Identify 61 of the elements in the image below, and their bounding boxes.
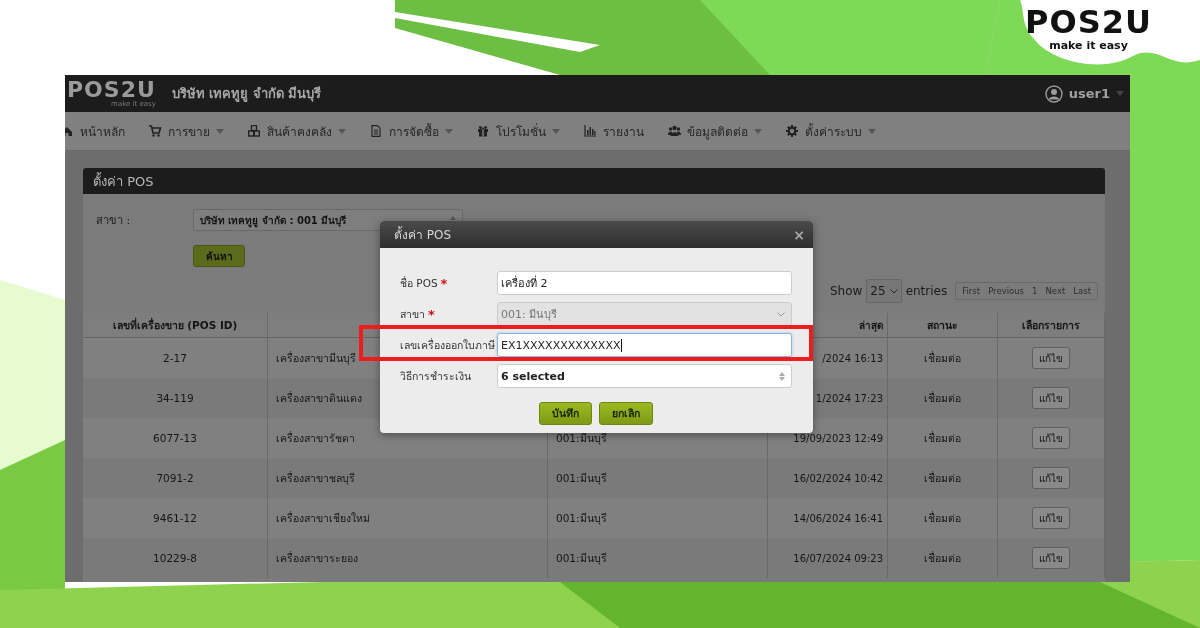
field-label: ชื่อ POS (400, 275, 438, 291)
sort-arrows-icon (779, 371, 785, 381)
table-cell: 2-17 (83, 338, 268, 378)
edit-button[interactable]: แก้ไข (1032, 427, 1070, 449)
page-size-select[interactable]: 25 (866, 279, 902, 303)
table-cell: เครื่องสาขาเชียงใหม่ (268, 498, 548, 538)
field-label: สาขา (400, 306, 425, 322)
edit-button[interactable]: แก้ไข (1032, 467, 1070, 489)
column-header[interactable]: เลขที่เครื่องขาย (POS ID) (112, 316, 238, 334)
required-mark: * (428, 306, 435, 322)
chevron-down-icon (889, 288, 898, 294)
edit-button[interactable]: แก้ไข (1032, 387, 1070, 409)
table-cell: 9461-12 (83, 498, 268, 538)
chevron-down-icon (777, 311, 785, 317)
field-label: เลขเครื่องออกใบภาษี (400, 337, 495, 353)
users-icon (668, 125, 681, 137)
table-cell: 001:มีนบุรี (548, 498, 768, 538)
settings-icon (786, 125, 799, 137)
app-logo[interactable]: POS2U (67, 79, 156, 101)
user-menu[interactable]: user1 (1068, 86, 1110, 101)
input-field[interactable]: EX1XXXXXXXXXXXXX (497, 333, 792, 357)
user-avatar-icon (1044, 84, 1063, 103)
nav-item[interactable]: การจัดซื้อ (370, 121, 453, 141)
bar-chart-icon (584, 125, 597, 137)
nav-item[interactable]: ตั้งค่าระบบ (786, 121, 876, 141)
brand-tagline: make it easy (1049, 39, 1128, 53)
gift-icon (477, 125, 490, 137)
company-name: บริษัท เทคทูยู จำกัด มีนบุรี (171, 85, 322, 104)
input-field[interactable]: เครื่องที่ 2 (497, 271, 792, 295)
column-header[interactable]: เลือกรายการ (1022, 316, 1080, 334)
search-button[interactable]: ค้นหา (193, 245, 245, 267)
edit-button[interactable]: แก้ไข (1032, 347, 1070, 369)
cancel-button[interactable]: ยกเลิก (599, 402, 653, 425)
panel-title: ตั้งค่า POS (83, 168, 1105, 194)
nav-item[interactable]: โปรโมชั่น (477, 121, 560, 141)
nav-item[interactable]: ข้อมูลติดต่อ (668, 121, 762, 141)
cubes-icon (248, 125, 261, 137)
table-cell: 14/06/2024 16:41 (768, 498, 888, 538)
table-cell: เชื่อมต่อ (888, 338, 998, 378)
nav-item[interactable]: รายงาน (584, 121, 644, 141)
show-label: Show (829, 284, 863, 298)
table-cell: เชื่อมต่อ (888, 498, 998, 538)
column-header[interactable]: สถานะ (927, 316, 958, 334)
save-button[interactable]: บันทึก (539, 402, 592, 425)
required-mark: * (440, 275, 448, 291)
column-header[interactable]: ล่าสุด (859, 317, 883, 333)
brand-logo: POS2U (1025, 6, 1152, 38)
caret-icon (1116, 91, 1124, 96)
field-label: สาขา : (96, 213, 132, 229)
nav-item[interactable]: หน้าหลัก (65, 121, 125, 141)
table-cell: 6077-13 (83, 418, 268, 458)
close-button[interactable]: × (793, 226, 805, 243)
edit-button[interactable]: แก้ไข (1032, 547, 1070, 569)
table-cell: เชื่อมต่อ (888, 418, 998, 458)
nav-item[interactable]: สินค้าคงคลัง (248, 121, 346, 141)
cart-icon (149, 125, 162, 137)
edit-button[interactable]: แก้ไข (1032, 507, 1070, 529)
nav-item[interactable]: การขาย (149, 121, 224, 141)
entries-label: entries (905, 284, 948, 298)
document-icon (370, 125, 383, 137)
multi-select-field[interactable]: 6 selected (497, 364, 792, 388)
